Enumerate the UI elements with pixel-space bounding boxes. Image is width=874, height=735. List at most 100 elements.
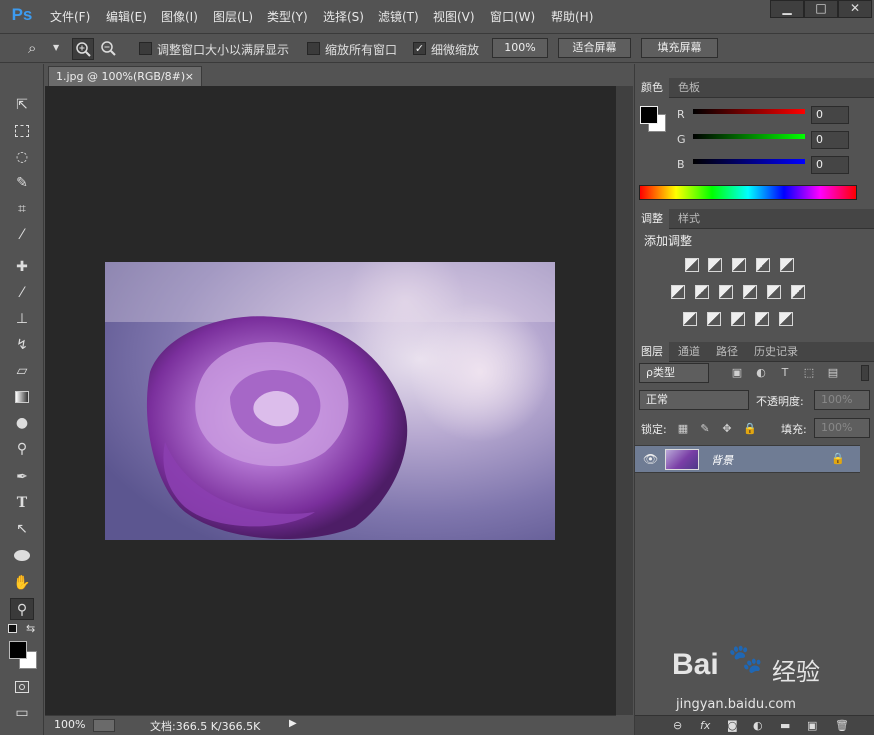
menu-select[interactable]: 选择(S) bbox=[323, 8, 364, 25]
menu-file[interactable]: 文件(F) bbox=[50, 8, 90, 25]
selective-color-icon[interactable] bbox=[755, 312, 769, 326]
crop-tool-icon[interactable]: ⌗ bbox=[10, 198, 34, 220]
lock-transparency-icon[interactable]: ▦ bbox=[677, 423, 689, 435]
gradient-map-icon[interactable] bbox=[779, 312, 793, 326]
fx-icon[interactable]: fx bbox=[700, 719, 710, 732]
blur-tool-icon[interactable]: ● bbox=[10, 412, 34, 434]
exposure-icon[interactable] bbox=[756, 258, 770, 272]
foreground-color-swatch[interactable] bbox=[9, 641, 27, 659]
zoom-all-windows-checkbox[interactable] bbox=[307, 42, 320, 55]
menu-layer[interactable]: 图层(L) bbox=[213, 8, 253, 25]
document-image[interactable] bbox=[105, 262, 555, 540]
channel-mixer-icon[interactable] bbox=[767, 285, 781, 299]
brush-tool-icon[interactable]: ⁄ bbox=[10, 282, 34, 304]
tab-channels[interactable]: 通道 bbox=[672, 342, 706, 362]
dodge-tool-icon[interactable]: ⚲ bbox=[10, 438, 34, 460]
b-slider[interactable] bbox=[693, 159, 805, 164]
color-fg-swatch[interactable] bbox=[640, 106, 658, 124]
menu-window[interactable]: 窗口(W) bbox=[490, 8, 535, 25]
screen-mode-icon[interactable]: ▭ bbox=[10, 702, 34, 724]
color-spectrum-bar[interactable] bbox=[639, 185, 857, 200]
lock-position-icon[interactable]: ✥ bbox=[721, 423, 733, 435]
menu-edit[interactable]: 编辑(E) bbox=[106, 8, 147, 25]
r-slider[interactable] bbox=[693, 109, 805, 114]
vertical-scrollbar[interactable] bbox=[616, 86, 633, 715]
eraser-tool-icon[interactable]: ▱ bbox=[10, 360, 34, 382]
threshold-icon[interactable] bbox=[731, 312, 745, 326]
tab-swatches[interactable]: 色板 bbox=[672, 78, 706, 98]
filter-type-icon[interactable]: T bbox=[779, 367, 791, 379]
tab-adjustments[interactable]: 调整 bbox=[635, 209, 669, 229]
lock-pixels-icon[interactable]: ✎ bbox=[699, 423, 711, 435]
tab-color[interactable]: 颜色 bbox=[635, 78, 669, 98]
opacity-input[interactable]: 100% bbox=[814, 390, 870, 410]
r-value-input[interactable]: 0 bbox=[811, 106, 849, 124]
eyedropper-tool-icon[interactable]: ⁄ bbox=[10, 224, 34, 246]
layer-row[interactable]: 👁 背景 🔒 bbox=[635, 445, 860, 473]
close-button[interactable]: ✕ bbox=[838, 0, 872, 18]
mask-icon[interactable]: ◙ bbox=[727, 719, 738, 732]
zoom-tool-icon[interactable]: ⌕ bbox=[28, 39, 36, 57]
tab-layers[interactable]: 图层 bbox=[635, 342, 669, 362]
tab-paths[interactable]: 路径 bbox=[710, 342, 744, 362]
pen-tool-icon[interactable]: ✒ bbox=[10, 466, 34, 488]
g-slider[interactable] bbox=[693, 134, 805, 139]
filter-pixel-icon[interactable]: ▣ bbox=[731, 367, 743, 379]
actual-pixels-button[interactable]: 100% bbox=[492, 38, 548, 58]
posterize-icon[interactable] bbox=[707, 312, 721, 326]
tab-close-icon[interactable]: × bbox=[185, 67, 194, 86]
marquee-tool-icon[interactable] bbox=[10, 120, 34, 142]
new-layer-icon[interactable]: ▣ bbox=[807, 719, 817, 732]
lasso-tool-icon[interactable]: ◌ bbox=[10, 146, 34, 168]
healing-brush-tool-icon[interactable]: ✚ bbox=[10, 256, 34, 278]
swap-colors-icon[interactable]: ⇆ bbox=[26, 622, 35, 635]
filter-toggle[interactable] bbox=[861, 365, 869, 381]
invert-icon[interactable] bbox=[683, 312, 697, 326]
hue-saturation-icon[interactable] bbox=[671, 285, 685, 299]
zoom-out-button[interactable] bbox=[98, 38, 120, 60]
path-selection-tool-icon[interactable]: ↖ bbox=[10, 518, 34, 540]
maximize-button[interactable]: □ bbox=[804, 0, 838, 18]
zoom-level[interactable]: 100% bbox=[54, 718, 85, 731]
fill-input[interactable]: 100% bbox=[814, 418, 870, 438]
ellipse-tool-icon[interactable] bbox=[10, 544, 34, 566]
quick-mask-icon[interactable] bbox=[10, 676, 34, 698]
type-tool-icon[interactable]: T bbox=[10, 492, 34, 514]
levels-icon[interactable] bbox=[708, 258, 722, 272]
black-white-icon[interactable] bbox=[719, 285, 733, 299]
menu-filter[interactable]: 滤镜(T) bbox=[378, 8, 419, 25]
quick-select-tool-icon[interactable]: ✎ bbox=[10, 172, 34, 194]
photo-filter-icon[interactable] bbox=[743, 285, 757, 299]
zoom-tool-active-icon[interactable]: ⚲ bbox=[10, 598, 34, 620]
resize-windows-checkbox[interactable] bbox=[139, 42, 152, 55]
layer-filter-dropdown[interactable]: ρ类型 bbox=[639, 363, 709, 383]
blend-mode-dropdown[interactable]: 正常 bbox=[639, 390, 749, 410]
fit-screen-button[interactable]: 适合屏幕 bbox=[558, 38, 631, 58]
link-icon[interactable]: ⊖ bbox=[673, 719, 682, 732]
gradient-tool-icon[interactable] bbox=[10, 386, 34, 408]
menu-view[interactable]: 视图(V) bbox=[433, 8, 475, 25]
curves-icon[interactable] bbox=[732, 258, 746, 272]
menu-image[interactable]: 图像(I) bbox=[161, 8, 198, 25]
fill-screen-button[interactable]: 填充屏幕 bbox=[641, 38, 718, 58]
adjustment-icon[interactable]: ◐ bbox=[753, 719, 763, 732]
visibility-eye-icon[interactable]: 👁 bbox=[643, 452, 658, 466]
scrubby-zoom-checkbox[interactable]: ✓ bbox=[413, 42, 426, 55]
color-lookup-icon[interactable] bbox=[791, 285, 805, 299]
g-value-input[interactable]: 0 bbox=[811, 131, 849, 149]
brightness-contrast-icon[interactable] bbox=[685, 258, 699, 272]
b-value-input[interactable]: 0 bbox=[811, 156, 849, 174]
tab-styles[interactable]: 样式 bbox=[672, 209, 706, 229]
zoom-in-button[interactable] bbox=[72, 38, 94, 60]
filter-shape-icon[interactable]: ⬚ bbox=[803, 367, 815, 379]
chevron-down-icon[interactable]: ▼ bbox=[53, 43, 59, 52]
tab-history[interactable]: 历史记录 bbox=[748, 342, 804, 362]
history-brush-tool-icon[interactable]: ↯ bbox=[10, 334, 34, 356]
move-tool-icon[interactable]: ⇱ bbox=[10, 94, 34, 116]
menu-help[interactable]: 帮助(H) bbox=[551, 8, 593, 25]
document-tab[interactable]: 1.jpg @ 100%(RGB/8#) × bbox=[48, 66, 202, 86]
default-colors-icon[interactable] bbox=[8, 624, 17, 633]
status-menu-arrow-icon[interactable]: ▶ bbox=[289, 718, 297, 729]
lock-all-icon[interactable]: 🔒 bbox=[743, 423, 757, 435]
hand-tool-icon[interactable]: ✋ bbox=[10, 572, 34, 594]
